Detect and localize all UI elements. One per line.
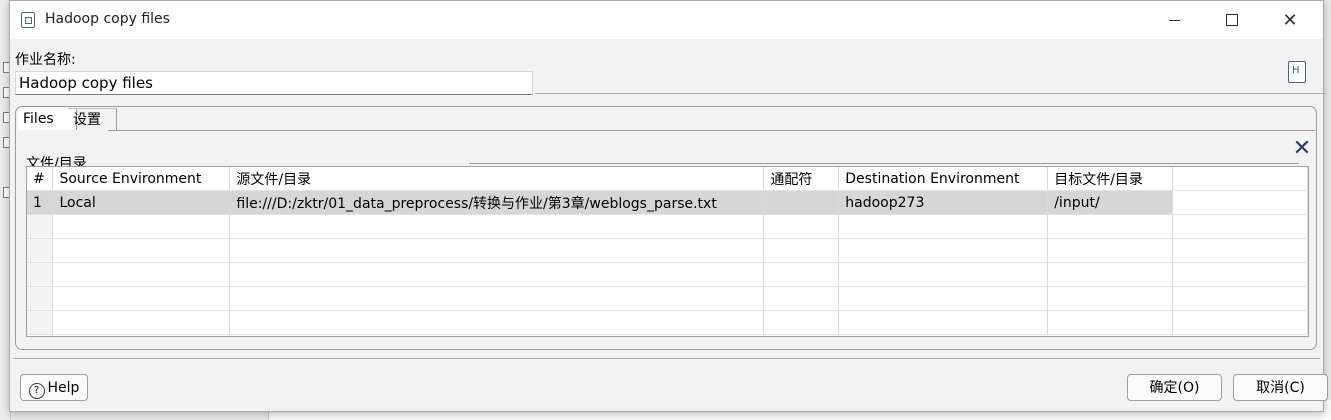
table-cell[interactable] bbox=[52, 238, 231, 263]
table-cell[interactable] bbox=[229, 286, 765, 311]
column-header-empty bbox=[1172, 167, 1308, 191]
table-row[interactable]: 1 Local file:///D:/zktr/01_data_preproce… bbox=[27, 190, 1308, 215]
table-cell[interactable] bbox=[229, 238, 765, 263]
column-header[interactable]: Source Environment bbox=[52, 167, 231, 191]
tab-panel: Files 设置 文件/目录 ✕ # Source Environment 源文… bbox=[15, 106, 1317, 350]
table-cell[interactable] bbox=[763, 238, 840, 263]
table-cell[interactable] bbox=[763, 190, 840, 215]
minimize-icon bbox=[1168, 19, 1180, 21]
table-cell[interactable]: file:///D:/zktr/01_data_preprocess/转换与作业… bbox=[229, 190, 765, 215]
table-cell-empty bbox=[1172, 310, 1308, 335]
help-label: Help bbox=[47, 380, 80, 396]
table-cell[interactable] bbox=[763, 310, 840, 335]
tab-settings[interactable]: 设置 bbox=[68, 108, 117, 131]
delete-x-icon[interactable]: ✕ bbox=[1292, 138, 1312, 160]
hadoop-file-icon bbox=[21, 12, 35, 28]
table-cell[interactable] bbox=[1047, 238, 1174, 263]
table-row-empty[interactable] bbox=[27, 286, 1308, 311]
hadoop-job-icon bbox=[1288, 61, 1306, 83]
column-header[interactable]: 目标文件/目录 bbox=[1047, 167, 1174, 191]
group-separator bbox=[469, 163, 1299, 164]
table-cell[interactable] bbox=[52, 310, 231, 335]
table-cell[interactable] bbox=[838, 262, 1049, 287]
cancel-button[interactable]: 取消(C) bbox=[1233, 374, 1328, 401]
table-cell-rownum[interactable] bbox=[27, 262, 54, 287]
column-header[interactable]: # bbox=[27, 167, 54, 191]
table-cell[interactable] bbox=[52, 214, 231, 239]
tab-divider bbox=[108, 130, 1315, 131]
table-cell-empty bbox=[1172, 262, 1308, 287]
table-cell-rownum[interactable] bbox=[27, 214, 54, 239]
table-cell[interactable] bbox=[1047, 286, 1174, 311]
table-cell-rownum[interactable] bbox=[27, 286, 54, 311]
table-cell[interactable] bbox=[763, 286, 840, 311]
files-table: # Source Environment 源文件/目录 通配符 Destinat… bbox=[26, 166, 1309, 337]
table-row-empty[interactable] bbox=[27, 310, 1308, 335]
table-cell[interactable] bbox=[1047, 310, 1174, 335]
job-name-label: 作业名称: bbox=[15, 52, 76, 68]
table-cell[interactable] bbox=[229, 262, 765, 287]
table-cell[interactable] bbox=[52, 286, 231, 311]
close-icon: ✕ bbox=[1282, 9, 1298, 31]
table-cell[interactable] bbox=[838, 286, 1049, 311]
table-cell-rownum[interactable] bbox=[27, 310, 54, 335]
maximize-button[interactable] bbox=[1203, 1, 1261, 39]
table-cell[interactable] bbox=[229, 214, 765, 239]
table-cell[interactable] bbox=[838, 238, 1049, 263]
table-header-row: # Source Environment 源文件/目录 通配符 Destinat… bbox=[27, 167, 1308, 191]
hadoop-copy-files-dialog: Hadoop copy files ✕ 作业名称: Files 设置 文件/目录… bbox=[9, 0, 1328, 412]
column-header[interactable]: Destination Environment bbox=[838, 167, 1049, 191]
table-cell-rownum[interactable]: 1 bbox=[27, 190, 54, 215]
table-cell-empty bbox=[1172, 238, 1308, 263]
minimize-button[interactable] bbox=[1145, 1, 1203, 39]
question-circle-icon: ? bbox=[28, 383, 45, 399]
help-button[interactable]: ? Help bbox=[20, 374, 88, 401]
table-cell-rownum[interactable] bbox=[27, 238, 54, 263]
table-cell[interactable] bbox=[229, 310, 765, 335]
job-name-input[interactable] bbox=[15, 71, 533, 95]
window-title: Hadoop copy files bbox=[45, 11, 170, 27]
ok-button[interactable]: 确定(O) bbox=[1127, 374, 1222, 401]
table-cell[interactable]: Local bbox=[52, 190, 231, 215]
table-cell-empty bbox=[1172, 286, 1308, 311]
close-button[interactable]: ✕ bbox=[1261, 1, 1319, 39]
table-cell[interactable] bbox=[1047, 262, 1174, 287]
table-cell[interactable] bbox=[763, 214, 840, 239]
table-cell[interactable] bbox=[838, 310, 1049, 335]
table-row-empty[interactable] bbox=[27, 214, 1308, 239]
table-cell[interactable] bbox=[763, 262, 840, 287]
header-separator bbox=[535, 93, 1325, 94]
table-cell[interactable] bbox=[838, 214, 1049, 239]
title-bar: Hadoop copy files ✕ bbox=[10, 1, 1323, 39]
table-cell[interactable]: /input/ bbox=[1047, 190, 1174, 215]
maximize-icon bbox=[1226, 14, 1238, 26]
table-cell-empty bbox=[1172, 190, 1308, 215]
footer-separator bbox=[13, 358, 1320, 359]
column-header[interactable]: 源文件/目录 bbox=[229, 167, 765, 191]
column-header[interactable]: 通配符 bbox=[763, 167, 840, 191]
table-cell[interactable]: hadoop273 bbox=[838, 190, 1049, 215]
table-cell-empty bbox=[1172, 214, 1308, 239]
table-cell[interactable] bbox=[1047, 214, 1174, 239]
table-row-empty[interactable] bbox=[27, 238, 1308, 263]
table-row-empty[interactable] bbox=[27, 262, 1308, 287]
table-cell[interactable] bbox=[52, 262, 231, 287]
